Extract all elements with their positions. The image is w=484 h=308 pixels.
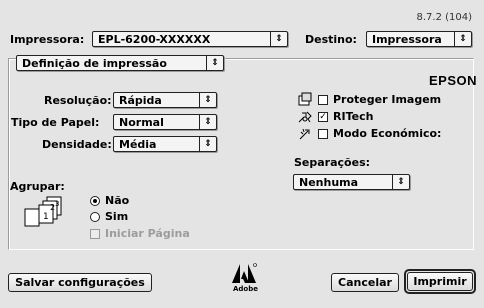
popup-arrows-icon: ⇕ <box>199 93 216 107</box>
paper-type-popup[interactable]: Normal ⇕ <box>113 114 217 130</box>
printer-value: EPL-6200-XXXXXX <box>98 32 211 46</box>
economy-mode-label: Modo Económico: <box>333 127 442 140</box>
start-page-label: Iniciar Página <box>105 227 190 240</box>
ritech-checkbox[interactable]: ✓ <box>318 112 328 122</box>
popup-arrows-icon: ⇕ <box>199 137 216 151</box>
protect-image-label: Proteger Imagem <box>333 93 442 106</box>
print-button[interactable]: Imprimir <box>407 272 473 291</box>
ritech-icon <box>298 111 312 123</box>
resolution-popup[interactable]: Rápida ⇕ <box>113 92 217 108</box>
settings-panel <box>8 58 474 250</box>
popup-arrows-icon: ⇕ <box>454 32 471 46</box>
popup-arrows-icon: ⇕ <box>206 56 223 70</box>
collate-label: Agrupar: <box>10 180 65 193</box>
version-label: 8.7.2 (104) <box>416 12 472 23</box>
economy-mode-icon <box>299 128 310 140</box>
panel-menu-value: Definição de impressão <box>22 56 167 70</box>
resolution-value: Rápida <box>119 93 162 107</box>
popup-arrows-icon: ⇕ <box>270 32 287 46</box>
popup-arrows-icon: ⇕ <box>392 175 409 189</box>
collate-yes-radio[interactable] <box>90 212 100 222</box>
destination-label: Destino: <box>305 33 357 46</box>
destination-popup[interactable]: Impressora ⇕ <box>366 31 472 47</box>
separations-label: Separações: <box>294 156 371 169</box>
check-mark-icon: ✓ <box>319 111 327 122</box>
cancel-button[interactable]: Cancelar <box>331 273 399 292</box>
density-popup[interactable]: Média ⇕ <box>113 136 217 152</box>
resolution-label: Resolução: <box>44 94 112 107</box>
destination-value: Impressora <box>372 32 442 46</box>
separations-popup[interactable]: Nenhuma ⇕ <box>293 174 410 190</box>
popup-arrows-icon: ⇕ <box>199 115 216 129</box>
print-default-ring: Imprimir <box>404 269 476 294</box>
svg-text:3: 3 <box>55 200 59 208</box>
adobe-logo-icon <box>232 263 257 283</box>
adobe-label: Adobe <box>233 285 258 293</box>
collate-no-radio[interactable] <box>90 196 100 206</box>
economy-mode-checkbox[interactable] <box>318 129 328 139</box>
protect-image-icon <box>298 92 312 106</box>
density-label: Densidade: <box>42 138 112 151</box>
printer-label: Impressora: <box>10 33 85 46</box>
collate-no-label: Não <box>105 194 130 207</box>
svg-text:1: 1 <box>43 212 49 222</box>
ritech-label: RITech <box>333 110 374 123</box>
collate-yes-label: Sim <box>105 210 129 223</box>
save-settings-button[interactable]: Salvar configurações <box>8 273 152 292</box>
paper-type-value: Normal <box>119 115 164 129</box>
protect-image-checkbox[interactable] <box>318 95 328 105</box>
collate-pages-icon: 1 2 3 <box>24 196 62 227</box>
separations-value: Nenhuma <box>299 175 359 189</box>
paper-type-label: Tipo de Papel: <box>11 116 100 129</box>
epson-logo: EPSON <box>429 73 478 88</box>
panel-menu-popup[interactable]: Definição de impressão ⇕ <box>16 55 224 71</box>
printer-popup[interactable]: EPL-6200-XXXXXX ⇕ <box>92 31 288 47</box>
start-page-checkbox[interactable] <box>90 229 100 239</box>
density-value: Média <box>119 137 157 151</box>
